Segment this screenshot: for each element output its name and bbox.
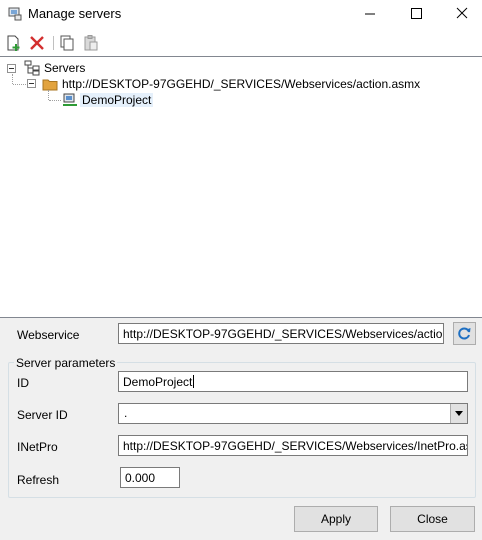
servers-tree-icon — [24, 60, 40, 76]
minimize-icon[interactable] — [347, 0, 393, 28]
tree-line — [13, 84, 26, 85]
folder-icon — [42, 79, 58, 91]
webservice-expander[interactable] — [27, 79, 36, 88]
tree-line — [12, 74, 13, 84]
server-id-dropdown[interactable]: . — [118, 403, 468, 424]
id-value: DemoProject — [123, 375, 193, 389]
server-icon — [63, 93, 77, 106]
close-icon[interactable] — [439, 0, 482, 28]
refresh-input[interactable]: 0.000 — [120, 467, 180, 488]
app-icon — [8, 7, 22, 21]
toolbar-separator — [53, 36, 54, 50]
refresh-button[interactable] — [453, 322, 476, 345]
window-title: Manage servers — [28, 6, 122, 21]
server-id-value: . — [124, 406, 128, 420]
text-cursor — [193, 375, 195, 388]
tree-project-label[interactable]: DemoProject — [80, 93, 154, 107]
maximize-icon[interactable] — [393, 0, 439, 28]
refresh-icon — [458, 327, 471, 340]
refresh-label: Refresh — [17, 473, 60, 487]
tree-root-label[interactable]: Servers — [44, 61, 85, 75]
inetpro-label: INetPro — [17, 440, 58, 454]
tree-webservice-label[interactable]: http://DESKTOP-97GGEHD/_SERVICES/Webserv… — [62, 77, 420, 91]
paste-icon[interactable] — [82, 34, 100, 52]
toolbar — [0, 30, 482, 56]
apply-button[interactable]: Apply — [294, 506, 378, 532]
webservice-label: Webservice — [17, 328, 80, 342]
tree-line — [49, 100, 61, 101]
title-bar: Manage servers — [0, 0, 482, 28]
tree-line — [48, 90, 49, 100]
server-id-label: Server ID — [17, 408, 68, 422]
add-server-icon[interactable] — [4, 34, 22, 52]
root-expander[interactable] — [7, 64, 16, 73]
chevron-down-icon[interactable] — [450, 404, 467, 423]
id-label: ID — [17, 376, 29, 390]
close-button[interactable]: Close — [390, 506, 475, 532]
delete-icon[interactable] — [28, 34, 46, 52]
server-parameters-title: Server parameters — [14, 356, 118, 370]
webservice-input[interactable]: http://DESKTOP-97GGEHD/_SERVICES/Webserv… — [118, 323, 444, 344]
server-tree[interactable]: Servers http://DESKTOP-97GGEHD/_SERVICES… — [0, 56, 482, 318]
copy-icon[interactable] — [58, 34, 76, 52]
id-input[interactable]: DemoProject — [118, 371, 468, 392]
inetpro-input[interactable]: http://DESKTOP-97GGEHD/_SERVICES/Webserv… — [118, 435, 468, 456]
